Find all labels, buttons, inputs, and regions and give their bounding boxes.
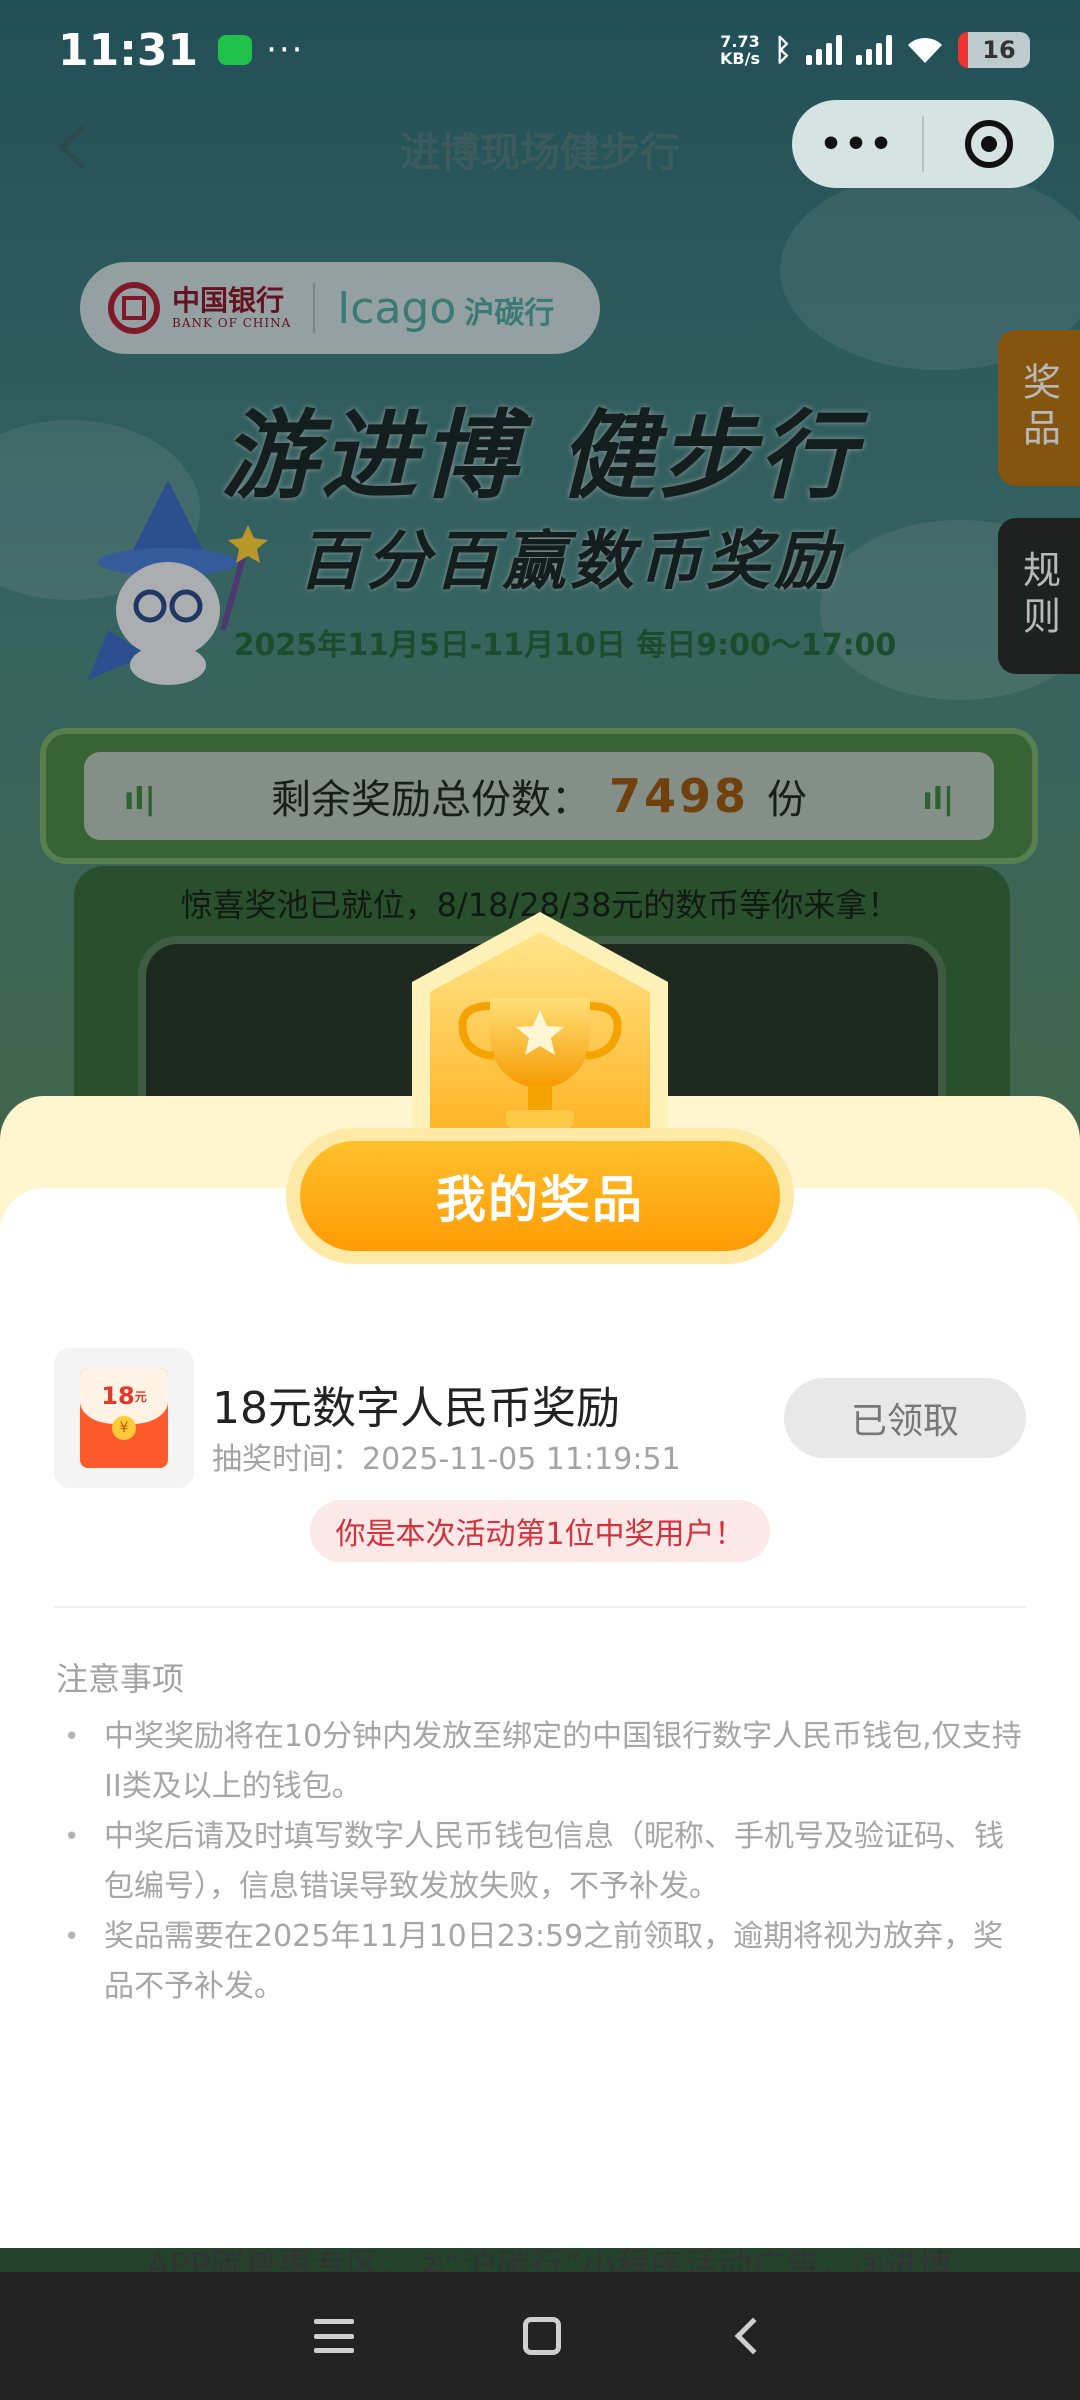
- note-item: 奖品需要在2025年11月10日23:59之前领取，逾期将视为放弃，奖品不予补发…: [56, 1912, 1026, 2012]
- notes-list: 中奖奖励将在10分钟内发放至绑定的中国银行数字人民币钱包,仅支持II类及以上的钱…: [56, 1712, 1026, 2012]
- trophy-icon: [412, 912, 668, 1146]
- wifi-icon: [908, 37, 942, 63]
- winner-rank-badge: 你是本次活动第1位中奖用户！: [310, 1500, 770, 1562]
- prize-name: 18元数字人民币奖励: [212, 1383, 620, 1434]
- thumb-coin: ¥: [112, 1416, 136, 1440]
- signal-1-icon: [806, 35, 842, 65]
- more-options-button[interactable]: •••: [792, 124, 922, 165]
- draw-time: 抽奖时间：2025-11-05 11:19:51: [212, 1442, 681, 1477]
- my-prizes-title-pill: 我的奖品: [286, 1128, 794, 1264]
- red-envelope-icon: 18 元 ¥: [54, 1348, 194, 1488]
- thumb-unit: 元: [134, 1389, 147, 1404]
- status-time: 11:31: [58, 24, 199, 76]
- battery-indicator: 16: [958, 32, 1030, 68]
- thumb-amount: 18: [101, 1382, 135, 1410]
- claimed-button[interactable]: 已领取: [784, 1378, 1026, 1458]
- message-notification-icon: [218, 35, 253, 65]
- section-divider: [54, 1606, 1026, 1608]
- status-bar: 11:31 ··· 7.73 KB/s ᛒ 16: [0, 0, 1080, 100]
- prize-item: 18 元 ¥ 18元数字人民币奖励 抽奖时间：2025-11-05 11:19:5…: [54, 1348, 1026, 1488]
- bluetooth-icon: ᛒ: [774, 32, 792, 68]
- system-back-icon[interactable]: [734, 2317, 772, 2355]
- close-mini-program-button[interactable]: [924, 120, 1054, 168]
- network-speed: 7.73 KB/s: [720, 32, 760, 68]
- mini-program-capsule: •••: [792, 100, 1054, 188]
- mini-program-header: 进博现场健步行 •••: [0, 100, 1080, 190]
- my-prizes-title: 我的奖品: [300, 1141, 780, 1251]
- system-navigation-bar: [0, 2272, 1080, 2400]
- note-item: 中奖奖励将在10分钟内发放至绑定的中国银行数字人民币钱包,仅支持II类及以上的钱…: [56, 1712, 1026, 1812]
- signal-2-icon: [856, 35, 892, 65]
- home-icon[interactable]: [522, 2317, 561, 2355]
- note-item: 中奖后请及时填写数字人民币钱包信息（昵称、手机号及验证码、钱包编号），信息错误导…: [56, 1812, 1026, 1912]
- more-notifications-icon: ···: [266, 30, 305, 70]
- recent-apps-icon[interactable]: [314, 2319, 355, 2353]
- target-close-icon: [965, 120, 1013, 168]
- notes-title: 注意事项: [56, 1660, 185, 1698]
